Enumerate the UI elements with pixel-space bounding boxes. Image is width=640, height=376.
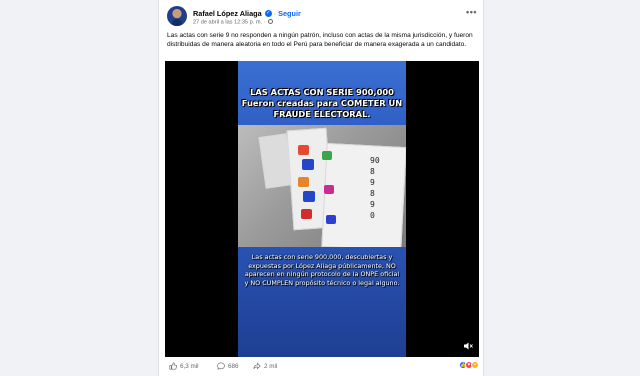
follow-button[interactable]: Seguir <box>278 9 301 18</box>
video-bottom-overlay-text: Las actas con serie 900,000, descubierta… <box>244 253 400 287</box>
more-options-icon[interactable]: ••• <box>466 7 477 17</box>
video-photo-ballots: 90 8 9 8 9 0 <box>238 125 406 247</box>
comment-button[interactable]: 686 <box>217 362 239 370</box>
video-frame[interactable]: LAS ACTAS CON SERIE 900,000 Fueron cread… <box>238 61 406 357</box>
reactions-summary[interactable]: 👍 ♥ • <box>459 361 479 369</box>
party-logo-mark <box>301 209 312 219</box>
share-icon <box>253 362 261 370</box>
handwritten-number: 8 <box>370 167 375 176</box>
handwritten-number: 0 <box>370 211 375 220</box>
party-logo-mark <box>326 215 336 224</box>
share-button[interactable]: 2 mil <box>253 362 277 370</box>
post-timestamp-row: 27 de abril a las 12:35 p. m. · <box>193 19 274 26</box>
party-logo-mark <box>324 185 334 194</box>
party-logo-mark <box>322 151 332 160</box>
comment-icon <box>217 362 225 370</box>
separator-dot: · <box>262 19 268 26</box>
party-logo-mark <box>298 177 309 187</box>
party-logo-mark <box>302 159 314 170</box>
author-name[interactable]: Rafael López Aliaga <box>193 9 262 18</box>
post-card: Rafael López Aliaga ✓ · Seguir 27 de abr… <box>158 0 484 376</box>
video-player[interactable]: LAS ACTAS CON SERIE 900,000 Fueron cread… <box>165 61 479 357</box>
like-icon <box>169 362 177 370</box>
like-button[interactable]: 6,3 mil <box>169 362 199 370</box>
post-caption: Las actas con serie 9 no responden a nin… <box>167 32 473 48</box>
wow-reaction-icon: • <box>471 361 479 369</box>
share-count: 2 mil <box>264 362 278 370</box>
video-top-overlay-text: LAS ACTAS CON SERIE 900,000 Fueron cread… <box>241 87 403 119</box>
handwritten-number: 9 <box>370 200 375 209</box>
comment-count: 686 <box>228 362 239 370</box>
party-logo-mark <box>303 191 315 202</box>
mute-icon[interactable] <box>463 341 473 351</box>
ballot-sheet <box>321 142 406 247</box>
like-count: 6,3 mil <box>180 362 199 370</box>
handwritten-numbers: 90 8 9 8 9 0 <box>370 155 380 221</box>
verified-badge-icon: ✓ <box>264 9 272 17</box>
avatar[interactable] <box>167 6 187 26</box>
handwritten-number: 90 <box>370 156 380 165</box>
author-row: Rafael López Aliaga ✓ · Seguir <box>193 8 301 18</box>
post-footer: 6,3 mil 686 2 mil 👍 ♥ • <box>167 360 479 374</box>
handwritten-number: 9 <box>370 178 375 187</box>
handwritten-number: 8 <box>370 189 375 198</box>
separator-dot: · <box>273 8 277 18</box>
post-timestamp[interactable]: 27 de abril a las 12:35 p. m. <box>193 20 262 26</box>
post-header: Rafael López Aliaga ✓ · Seguir 27 de abr… <box>167 6 479 28</box>
party-logo-mark <box>298 145 309 155</box>
globe-icon <box>268 19 274 24</box>
